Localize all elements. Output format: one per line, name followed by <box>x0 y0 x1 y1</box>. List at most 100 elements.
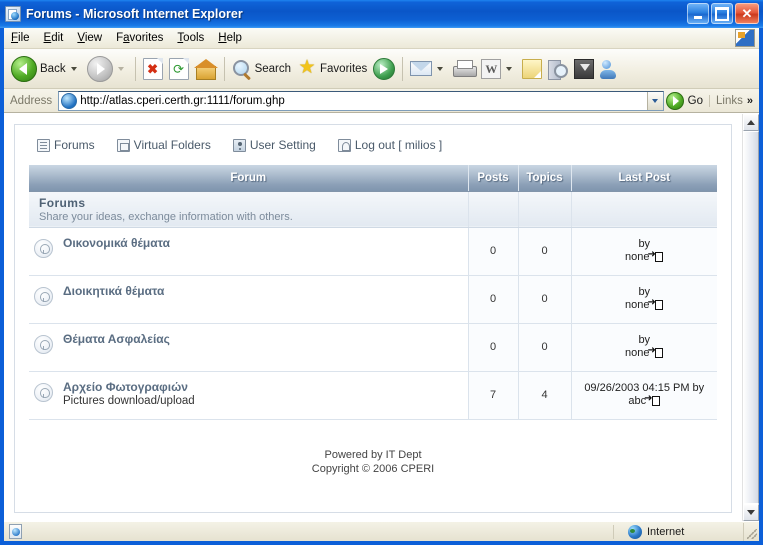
scroll-up-button[interactable] <box>743 114 759 131</box>
research-button[interactable] <box>545 52 571 86</box>
column-header-topics[interactable]: Topics <box>518 165 572 192</box>
address-label: Address <box>10 94 53 107</box>
forum-name-cell: Αρχείο Φωτογραφιών Pictures download/upl… <box>57 371 469 420</box>
forum-status-cell <box>29 371 57 420</box>
forward-button[interactable] <box>84 52 131 86</box>
menu-view[interactable]: View <box>70 30 109 46</box>
home-button[interactable] <box>192 52 220 86</box>
links-bar[interactable]: Links » <box>709 94 757 107</box>
goto-post-icon[interactable] <box>647 344 664 358</box>
forum-table: Forum Posts Topics Last Post Forums Shar… <box>29 165 717 420</box>
menu-file[interactable]: File <box>4 30 37 46</box>
menu-favorites-label: vorites <box>129 32 164 44</box>
web-page: Forums Virtual Folders User Setting Log … <box>4 114 742 521</box>
stop-icon: ✖ <box>142 57 163 80</box>
vertical-scrollbar[interactable] <box>742 114 759 521</box>
search-button[interactable]: Search <box>229 52 294 86</box>
footer-copyright: Copyright © 2006 CPERI <box>311 462 435 475</box>
forum-posts-count: 0 <box>468 275 519 324</box>
list-icon <box>37 138 50 152</box>
word-chevron-down-icon[interactable] <box>506 66 513 71</box>
menu-favorites[interactable]: Favorites <box>109 30 170 46</box>
forward-arrow-icon <box>86 55 113 82</box>
mail-icon <box>410 61 433 76</box>
column-header-posts[interactable]: Posts <box>468 165 519 192</box>
menu-help-label: elp <box>226 32 242 44</box>
internet-globe-icon <box>628 524 642 539</box>
printer-icon <box>453 59 478 78</box>
forum-status-cell <box>29 323 57 372</box>
chevron-up-icon <box>747 120 755 125</box>
forum-name-cell: Οικονομικά θέματα <box>57 227 469 276</box>
nav-logout[interactable]: Log out [ milios ] <box>337 138 442 152</box>
messenger-button[interactable] <box>597 52 625 86</box>
last-post-line-1: by <box>638 334 651 346</box>
go-button[interactable]: Go <box>664 91 709 110</box>
nav-forums-label: Forums <box>54 138 95 152</box>
menu-tools[interactable]: Tools <box>170 30 211 46</box>
chevron-down-icon <box>747 510 755 515</box>
address-chevron-down-icon[interactable] <box>646 91 663 110</box>
minimize-button[interactable] <box>687 3 709 24</box>
research-icon <box>548 59 569 80</box>
goto-post-icon[interactable] <box>644 392 661 406</box>
forum-folder-icon <box>33 335 53 354</box>
address-input[interactable]: http://atlas.cperi.certh.gr:1111/forum.g… <box>58 90 664 111</box>
forum-last-post-cell: by none <box>571 323 717 372</box>
nav-user-setting[interactable]: User Setting <box>232 138 316 152</box>
favorites-button[interactable]: ★ Favorites <box>294 52 370 86</box>
nav-virtual-folders[interactable]: Virtual Folders <box>116 138 211 152</box>
back-button[interactable]: Back <box>8 52 84 86</box>
resize-grip[interactable] <box>743 522 759 541</box>
user-icon <box>232 138 246 152</box>
edit-in-word-button[interactable]: W <box>478 52 519 86</box>
table-row[interactable]: Διοικητικά θέματα 0 0 by none <box>29 275 717 324</box>
media-button[interactable] <box>370 52 398 86</box>
table-row[interactable]: Οικονομικά θέματα 0 0 by none <box>29 227 717 276</box>
menu-help[interactable]: Help <box>211 30 249 46</box>
column-header-forum[interactable]: Forum <box>29 165 469 192</box>
client-area: File Edit View Favorites Tools Help Back… <box>4 28 759 541</box>
forum-link[interactable]: Οικονομικά θέματα <box>63 236 462 250</box>
security-zone[interactable]: Internet <box>613 524 743 539</box>
folder-icon <box>116 138 130 152</box>
download-button[interactable] <box>571 52 597 86</box>
go-button-label: Go <box>687 94 704 107</box>
forum-folder-icon <box>33 287 53 306</box>
last-post-line-1: by <box>638 238 651 250</box>
scrollbar-track[interactable] <box>743 131 759 504</box>
maximize-button[interactable] <box>711 3 733 24</box>
goto-post-icon[interactable] <box>647 296 664 310</box>
forum-link[interactable]: Αρχείο Φωτογραφιών <box>63 380 462 394</box>
forum-folder-icon <box>33 383 53 402</box>
mail-button[interactable] <box>407 52 450 86</box>
window-frame-right <box>759 28 763 545</box>
refresh-button[interactable]: ⟳ <box>166 52 192 86</box>
close-button[interactable]: ✕ <box>735 3 759 24</box>
menu-edit[interactable]: Edit <box>37 30 71 46</box>
print-button[interactable] <box>450 52 478 86</box>
stop-button[interactable]: ✖ <box>140 52 166 86</box>
nav-virtual-folders-label: Virtual Folders <box>133 138 211 152</box>
forum-last-post-cell: 09/26/2003 04:15 PM by abc <box>571 371 717 420</box>
scrollbar-thumb[interactable] <box>743 131 759 504</box>
forum-link[interactable]: Διοικητικά θέματα <box>63 284 462 298</box>
forward-history-chevron-down-icon[interactable] <box>117 66 124 71</box>
scroll-down-button[interactable] <box>743 504 759 521</box>
goto-post-icon[interactable] <box>647 248 664 262</box>
forum-link[interactable]: Θέματα Ασφαλείας <box>63 332 462 346</box>
windows-flag-icon <box>735 29 755 47</box>
nav-forums[interactable]: Forums <box>37 138 95 152</box>
category-row: Forums Share your ideas, exchange inform… <box>29 191 717 228</box>
star-icon: ★ <box>298 56 316 78</box>
refresh-icon: ⟳ <box>168 57 189 80</box>
category-title: Forums <box>39 195 86 210</box>
word-icon: W <box>481 58 502 79</box>
notes-button[interactable] <box>519 52 545 86</box>
column-header-last-post[interactable]: Last Post <box>571 165 717 192</box>
back-history-chevron-down-icon[interactable] <box>70 66 77 71</box>
forum-name-cell: Θέματα Ασφαλείας <box>57 323 469 372</box>
table-row[interactable]: Αρχείο Φωτογραφιών Pictures download/upl… <box>29 371 717 420</box>
table-row[interactable]: Θέματα Ασφαλείας 0 0 by none <box>29 323 717 372</box>
mail-chevron-down-icon[interactable] <box>437 66 444 71</box>
